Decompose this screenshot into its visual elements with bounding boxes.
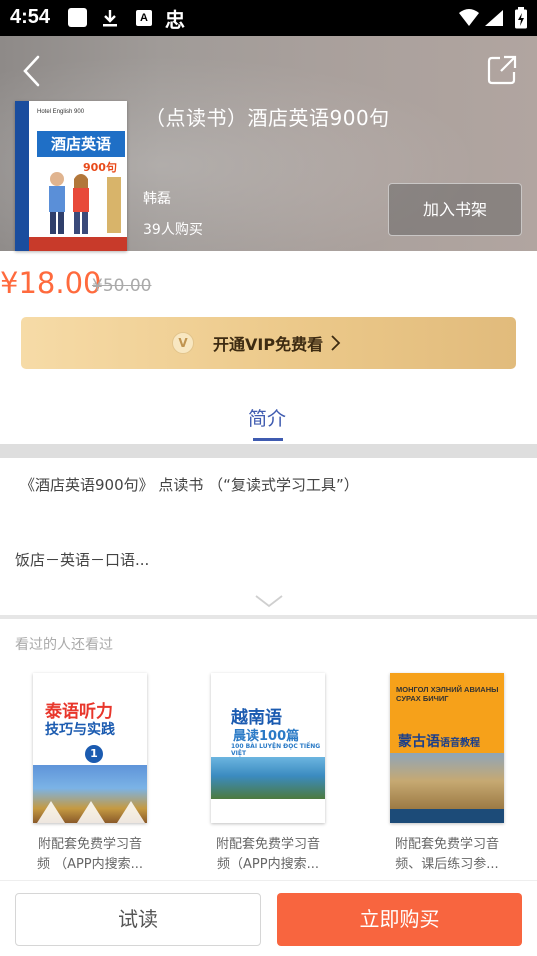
chevron-right-icon <box>329 334 341 356</box>
buy-now-button[interactable]: 立即购买 <box>277 893 522 946</box>
caption-line-1: 附配套免费学习音 <box>394 837 499 852</box>
recommended-book-cover[interactable]: 越南语 晨读100篇 100 BÀI LUYỆN ĐỌC TIẾNG VIỆT <box>211 673 325 823</box>
recommended-book-caption: 附配套免费学习音 频（APP内搜索... <box>206 835 330 875</box>
add-to-shelf-button[interactable]: 加入书架 <box>388 183 522 236</box>
cover-landscape-illustration <box>390 753 504 809</box>
cover-volume-badge: 1 <box>85 745 103 763</box>
original-price: ¥50.00 <box>92 276 152 296</box>
caption-line-2: 频、课后练习参... <box>395 857 499 872</box>
bottom-action-bar: 试读 立即购买 <box>0 880 537 956</box>
book-header: Hotel English 900 酒店英语 900句 （点读书）酒店英语900… <box>0 36 537 251</box>
status-bar: 4:54 A 忠 <box>0 0 537 36</box>
trial-read-button[interactable]: 试读 <box>15 893 261 946</box>
cover-top-band <box>29 101 127 131</box>
wifi-icon <box>458 9 480 31</box>
cover-foreign-title: 100 BÀI LUYỆN ĐỌC TIẾNG VIỆT <box>231 743 321 757</box>
section-divider <box>0 444 537 458</box>
expand-chevron-down-icon[interactable] <box>254 593 284 612</box>
cover-title-block: 蒙古语语音教程 <box>398 731 480 751</box>
section-divider-thin <box>0 615 537 619</box>
cover-title: 酒店英语 <box>37 131 125 157</box>
caption-line-1: 附配套免费学习音 <box>37 837 142 852</box>
signal-icon <box>484 9 504 31</box>
recommended-book-caption: 附配套免费学习音 频 （APP内搜索... <box>28 835 152 875</box>
book-title: （点读书）酒店英语900句 <box>145 106 390 130</box>
recommended-book-caption: 附配套免费学习音 频、课后练习参... <box>385 835 509 875</box>
cover-landscape-illustration <box>33 765 147 823</box>
cover-tower-illustration <box>107 177 121 233</box>
a-badge-glyph: A <box>140 12 148 24</box>
description-line-1: 《酒店英语900句》 点读书 （“复读式学习工具”） <box>20 476 359 494</box>
recommended-book-cover[interactable]: МОНГОЛ ХЭЛНИЙ АВИАНЫ СУРАХ БИЧИГ 蒙古语语音教程 <box>390 673 504 823</box>
cover-footer <box>211 799 325 823</box>
cover-subtitle: 晨读100篇 <box>233 729 300 744</box>
cover-foreign-title: МОНГОЛ ХЭЛНИЙ АВИАНЫ СУРАХ БИЧИГ <box>396 685 499 703</box>
caption-line-1: 附配套免费学习音 <box>215 837 320 852</box>
buyer-count: 39人购买 <box>143 222 203 238</box>
chinese-app-icon: 忠 <box>165 8 185 32</box>
cover-english-text: Hotel English 900 <box>37 109 85 115</box>
description-line-2: 饭店－英语－口语... <box>15 551 150 569</box>
caption-line-2: 频 （APP内搜索... <box>36 857 144 872</box>
recommendations-title: 看过的人还看过 <box>15 637 113 653</box>
cover-people-illustration <box>49 172 89 234</box>
square-app-icon <box>68 8 87 27</box>
recommended-book-cover[interactable]: 泰语听力 技巧与实践 1 <box>33 673 147 823</box>
tab-intro[interactable]: 简介 <box>248 404 286 431</box>
tab-active-indicator <box>253 438 283 441</box>
cover-bottom-band <box>390 809 504 823</box>
cover-decor-triangle <box>117 801 145 823</box>
cover-landscape-illustration <box>211 757 325 799</box>
book-cover[interactable]: Hotel English 900 酒店英语 900句 <box>15 101 127 251</box>
cover-decor-triangle <box>77 801 105 823</box>
vip-label: 开通VIP免费看 <box>213 335 324 354</box>
cover-subtitle: 技巧与实践 <box>45 722 115 738</box>
cover-decor-triangle <box>37 801 65 823</box>
cover-title: 蒙古语 <box>398 734 440 750</box>
cover-bottom-band <box>29 237 127 251</box>
caption-line-2: 频（APP内搜索... <box>217 857 319 872</box>
vip-banner[interactable]: V 开通VIP免费看 <box>21 317 516 369</box>
back-button[interactable] <box>18 54 48 88</box>
current-price: ¥18.00 <box>0 266 102 300</box>
download-icon <box>100 8 120 32</box>
a-badge-icon: A <box>136 10 152 26</box>
vip-icon: V <box>172 332 194 354</box>
share-button[interactable] <box>486 54 518 86</box>
book-author[interactable]: 韩磊 <box>143 188 171 208</box>
status-time: 4:54 <box>10 6 51 28</box>
battery-icon <box>514 7 528 33</box>
cover-subtitle: 语音教程 <box>440 738 480 749</box>
cover-spine <box>15 101 29 251</box>
